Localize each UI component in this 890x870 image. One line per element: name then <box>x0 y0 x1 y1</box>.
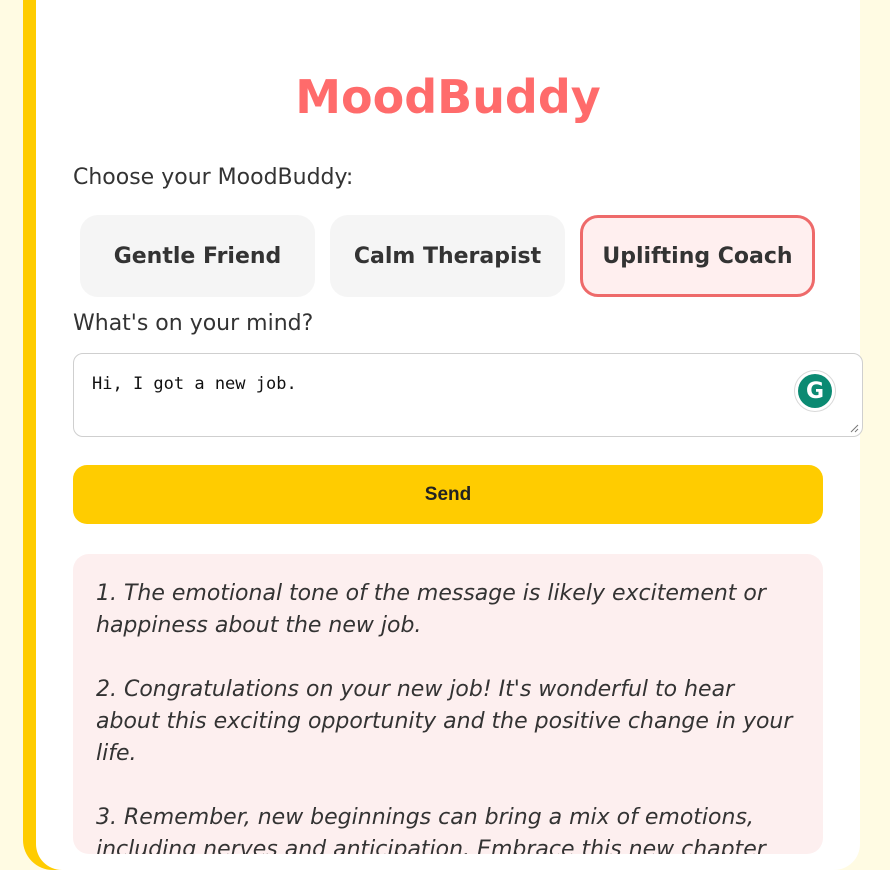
response-paragraph: 3. Remember, new beginnings can bring a … <box>96 805 766 854</box>
app-title: MoodBuddy <box>295 70 601 124</box>
calm-therapist-button[interactable]: Calm Therapist <box>330 215 565 297</box>
message-input[interactable]: Hi, I got a new job. G <box>73 353 863 437</box>
response-paragraph: 1. The emotional tone of the message is … <box>96 581 766 638</box>
gentle-friend-button[interactable]: Gentle Friend <box>80 215 315 297</box>
choose-buddy-label: Choose your MoodBuddy: <box>73 165 354 190</box>
response-panel: 1. The emotional tone of the message is … <box>73 554 823 854</box>
response-paragraph: 2. Congratulations on your new job! It's… <box>96 677 793 766</box>
send-button[interactable]: Send <box>73 465 823 524</box>
message-label: What's on your mind? <box>73 311 314 336</box>
message-input-text[interactable]: Hi, I got a new job. <box>92 374 297 394</box>
resize-handle-icon[interactable] <box>849 423 859 433</box>
uplifting-coach-button[interactable]: Uplifting Coach <box>580 215 815 297</box>
grammarly-icon[interactable]: G <box>794 370 836 412</box>
